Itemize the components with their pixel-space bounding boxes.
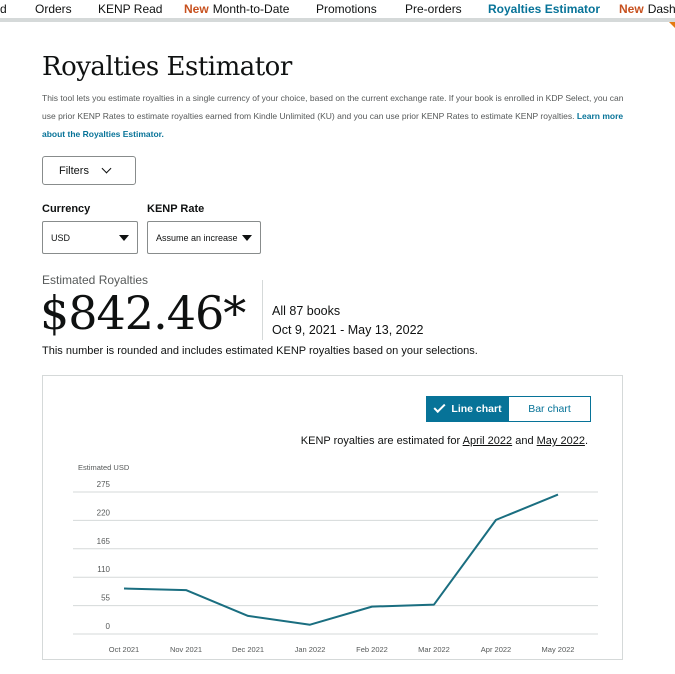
nav-item-label: Month-to-Date bbox=[212, 2, 290, 16]
x-tick-label: Oct 2021 bbox=[109, 645, 139, 654]
x-tick-label: Feb 2022 bbox=[356, 645, 388, 654]
currency-select[interactable]: USD bbox=[42, 221, 138, 254]
nav-item-label: KENP Read bbox=[98, 2, 163, 16]
x-tick-label: Dec 2021 bbox=[232, 645, 264, 654]
nav-item[interactable]: NewDashb bbox=[619, 2, 675, 16]
dropdown-arrow-icon bbox=[119, 235, 129, 241]
top-navigation: d Orders KENP Read New Month-to-Date Promotio… bbox=[0, 0, 675, 22]
nav-item[interactable]: d bbox=[0, 2, 7, 16]
kenp-rate-value: Assume an increase bbox=[156, 232, 238, 243]
nav-corner-marker bbox=[669, 22, 675, 28]
kenp-rate-label: KENP Rate bbox=[147, 203, 205, 215]
nav-item[interactable]: Royalties Estimator bbox=[488, 2, 600, 16]
dropdown-arrow-icon bbox=[242, 235, 252, 241]
nav-item[interactable]: Orders bbox=[35, 2, 72, 16]
y-tick-label: 275 bbox=[97, 480, 111, 489]
nav-item[interactable]: KENP Read bbox=[98, 2, 162, 16]
filters-label: Filters bbox=[59, 164, 89, 177]
y-tick-label: 110 bbox=[97, 565, 110, 574]
books-count: All 87 books bbox=[272, 304, 341, 318]
new-badge: New bbox=[184, 2, 209, 16]
estimated-royalties-amount: $842.46* bbox=[40, 286, 246, 340]
currency-value: USD bbox=[51, 232, 71, 243]
x-tick-label: May 2022 bbox=[542, 645, 575, 654]
kenp-rate-select[interactable]: Assume an increase bbox=[147, 221, 261, 254]
y-tick-label: 220 bbox=[97, 508, 111, 517]
filters-button[interactable]: Filters bbox=[42, 156, 136, 185]
nav-item-label: Pre-orders bbox=[405, 2, 462, 16]
nav-item[interactable]: Pre-orders bbox=[405, 2, 462, 16]
new-badge: New bbox=[619, 2, 644, 16]
x-tick-label: Jan 2022 bbox=[295, 645, 326, 654]
page-title: Royalties Estimator bbox=[42, 52, 292, 82]
divider bbox=[262, 280, 263, 340]
y-tick-label: 55 bbox=[101, 594, 110, 603]
x-tick-label: Mar 2022 bbox=[418, 645, 450, 654]
chart-card: Line chart Bar chart KENP royalties are … bbox=[42, 375, 623, 660]
description-text: This tool lets you estimate royalties in… bbox=[42, 93, 624, 121]
nav-item-label: d bbox=[0, 2, 7, 16]
currency-label: Currency bbox=[42, 203, 91, 215]
chevron-down-icon bbox=[101, 163, 112, 174]
nav-item[interactable]: Promotions bbox=[316, 2, 377, 16]
nav-item[interactable]: New Month-to-Date bbox=[184, 2, 289, 16]
x-tick-label: Nov 2021 bbox=[170, 645, 202, 654]
y-axis-label: Estimated USD bbox=[78, 463, 130, 472]
nav-item-label: Promotions bbox=[316, 2, 377, 16]
y-tick-label: 0 bbox=[106, 622, 111, 631]
y-tick-label: 165 bbox=[97, 537, 111, 546]
nav-item-label: Royalties Estimator bbox=[488, 2, 601, 16]
x-tick-label: Apr 2022 bbox=[481, 645, 511, 654]
page-description: This tool lets you estimate royalties in… bbox=[42, 89, 632, 143]
date-range: Oct 9, 2021 - May 13, 2022 bbox=[272, 323, 424, 337]
nav-item-label: Dashb bbox=[647, 2, 675, 16]
royalties-line-chart: Estimated USD 0 55 110 165 220 275 Oct 2021 Nov … bbox=[73, 463, 598, 654]
rounding-note: This number is rounded and includes esti… bbox=[42, 345, 478, 357]
nav-item-label: Orders bbox=[35, 2, 72, 16]
